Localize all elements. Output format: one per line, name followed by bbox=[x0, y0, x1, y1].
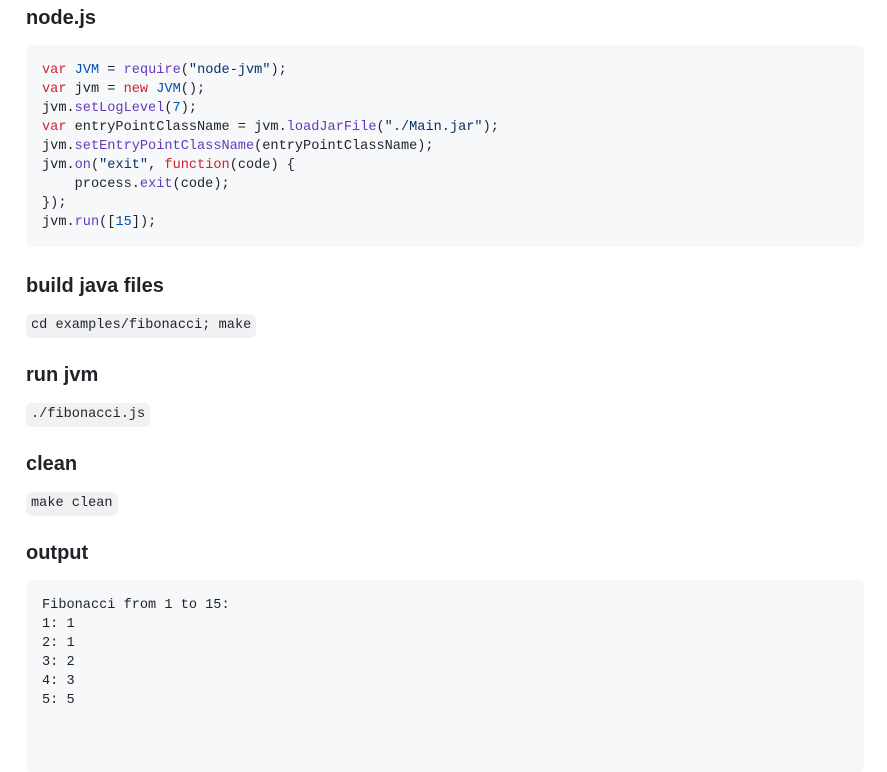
code-token: jvm. bbox=[42, 215, 75, 230]
output-line: 3: 2 bbox=[42, 655, 75, 670]
code-token: ([ bbox=[99, 215, 116, 230]
section-heading-output: output bbox=[26, 542, 89, 564]
code-token: JVM bbox=[156, 82, 181, 97]
code-token: JVM bbox=[74, 63, 100, 78]
code-line: process.exit(code); bbox=[42, 175, 848, 194]
code-token: (entryPointClassName); bbox=[254, 139, 434, 154]
code-line: }); bbox=[42, 194, 848, 213]
code-content: var JVM = require("node-jvm"); var jvm = … bbox=[42, 61, 848, 232]
code-line: jvm.setLogLevel(7); bbox=[42, 99, 848, 118]
code-token: (); bbox=[180, 82, 206, 97]
code-block-node-js[interactable]: var JVM = require("node-jvm"); var jvm = … bbox=[26, 45, 864, 247]
output-line: 5: 5 bbox=[42, 693, 75, 708]
code-token: entryPointClassName = jvm. bbox=[66, 120, 287, 135]
code-token: setEntryPointClassName bbox=[74, 139, 255, 154]
code-token: "node-jvm" bbox=[188, 63, 271, 78]
code-token: exit bbox=[139, 177, 173, 192]
code-line: var JVM = require("node-jvm"); bbox=[42, 61, 848, 80]
code-token: require bbox=[123, 63, 181, 78]
code-token: var bbox=[42, 82, 67, 97]
code-token: ); bbox=[482, 120, 499, 135]
code-token: setLogLevel bbox=[74, 101, 165, 116]
code-token: var bbox=[42, 120, 67, 135]
section-heading-node-js: node.js bbox=[26, 7, 97, 29]
inline-code-run-command[interactable]: ./fibonacci.js bbox=[26, 403, 151, 427]
code-token: (code); bbox=[172, 177, 230, 192]
output-line: 4: 3 bbox=[42, 674, 75, 689]
output-line: Fibonacci from 1 to 15: bbox=[42, 598, 230, 613]
code-token: ( bbox=[164, 101, 173, 116]
code-token: (code) { bbox=[229, 158, 295, 173]
code-token: ( bbox=[90, 158, 100, 173]
section-heading-clean: clean bbox=[26, 453, 78, 475]
section-heading-run-jvm: run jvm bbox=[26, 364, 99, 386]
code-line: jvm.run([15]); bbox=[42, 213, 848, 232]
inline-code-build-command[interactable]: cd examples/fibonacci; make bbox=[26, 314, 257, 338]
code-token: new bbox=[123, 82, 149, 97]
code-token: loadJarFile bbox=[286, 120, 377, 135]
code-token: on bbox=[74, 158, 91, 173]
code-token: "exit" bbox=[99, 158, 149, 173]
code-token: jvm. bbox=[42, 158, 75, 173]
code-token: jvm. bbox=[42, 101, 75, 116]
code-token: process. bbox=[42, 177, 140, 192]
code-token: var bbox=[42, 63, 67, 78]
code-token: run bbox=[74, 215, 100, 230]
code-token: ( bbox=[180, 63, 189, 78]
code-token: 7 bbox=[172, 101, 181, 116]
output-line: 1: 1 bbox=[42, 617, 75, 632]
inline-code-clean-command[interactable]: make clean bbox=[26, 492, 118, 516]
code-line: jvm.setEntryPointClassName(entryPointCla… bbox=[42, 137, 848, 156]
code-token: jvm. bbox=[42, 139, 75, 154]
code-token: }); bbox=[42, 196, 67, 211]
code-block-output[interactable]: Fibonacci from 1 to 15: 1: 1 2: 1 3: 2 4: 3 5… bbox=[26, 580, 864, 772]
code-token: ); bbox=[180, 101, 198, 116]
code-token: ]); bbox=[131, 215, 157, 230]
output-line: 2: 1 bbox=[42, 636, 75, 651]
code-line: jvm.on("exit", function(code) { bbox=[42, 156, 848, 175]
output-content: Fibonacci from 1 to 15: 1: 1 2: 1 3: 2 4: 3 5… bbox=[42, 596, 848, 710]
code-token: = bbox=[99, 63, 124, 78]
code-token: "./Main.jar" bbox=[384, 120, 483, 135]
section-heading-build-java-files: build java files bbox=[26, 275, 164, 297]
code-token: function bbox=[164, 158, 230, 173]
code-token: jvm = bbox=[66, 82, 124, 97]
code-token: ); bbox=[270, 63, 287, 78]
code-token: , bbox=[148, 158, 165, 173]
code-line: var jvm = new JVM(); bbox=[42, 80, 848, 99]
code-line: var entryPointClassName = jvm.loadJarFil… bbox=[42, 118, 848, 137]
code-token: 15 bbox=[115, 215, 132, 230]
code-token: ( bbox=[376, 120, 385, 135]
